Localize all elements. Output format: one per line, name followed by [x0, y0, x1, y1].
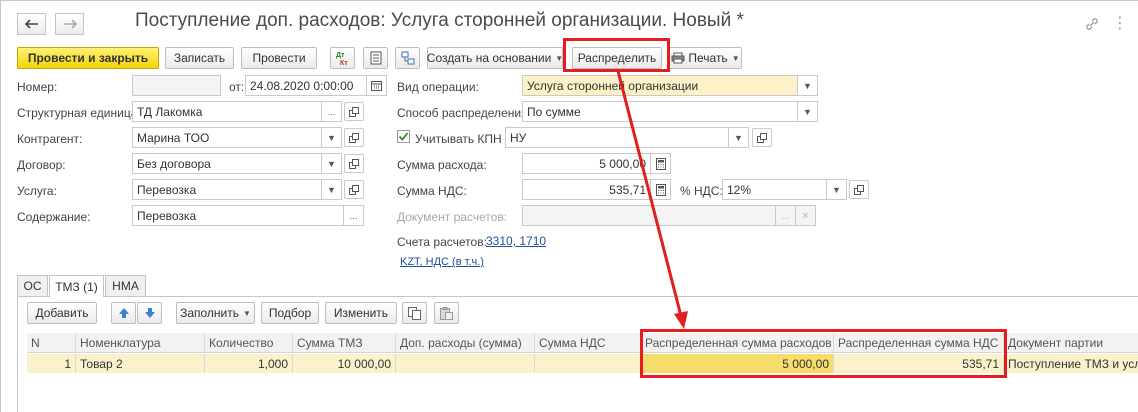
highlight-arrow [616, 70, 688, 329]
